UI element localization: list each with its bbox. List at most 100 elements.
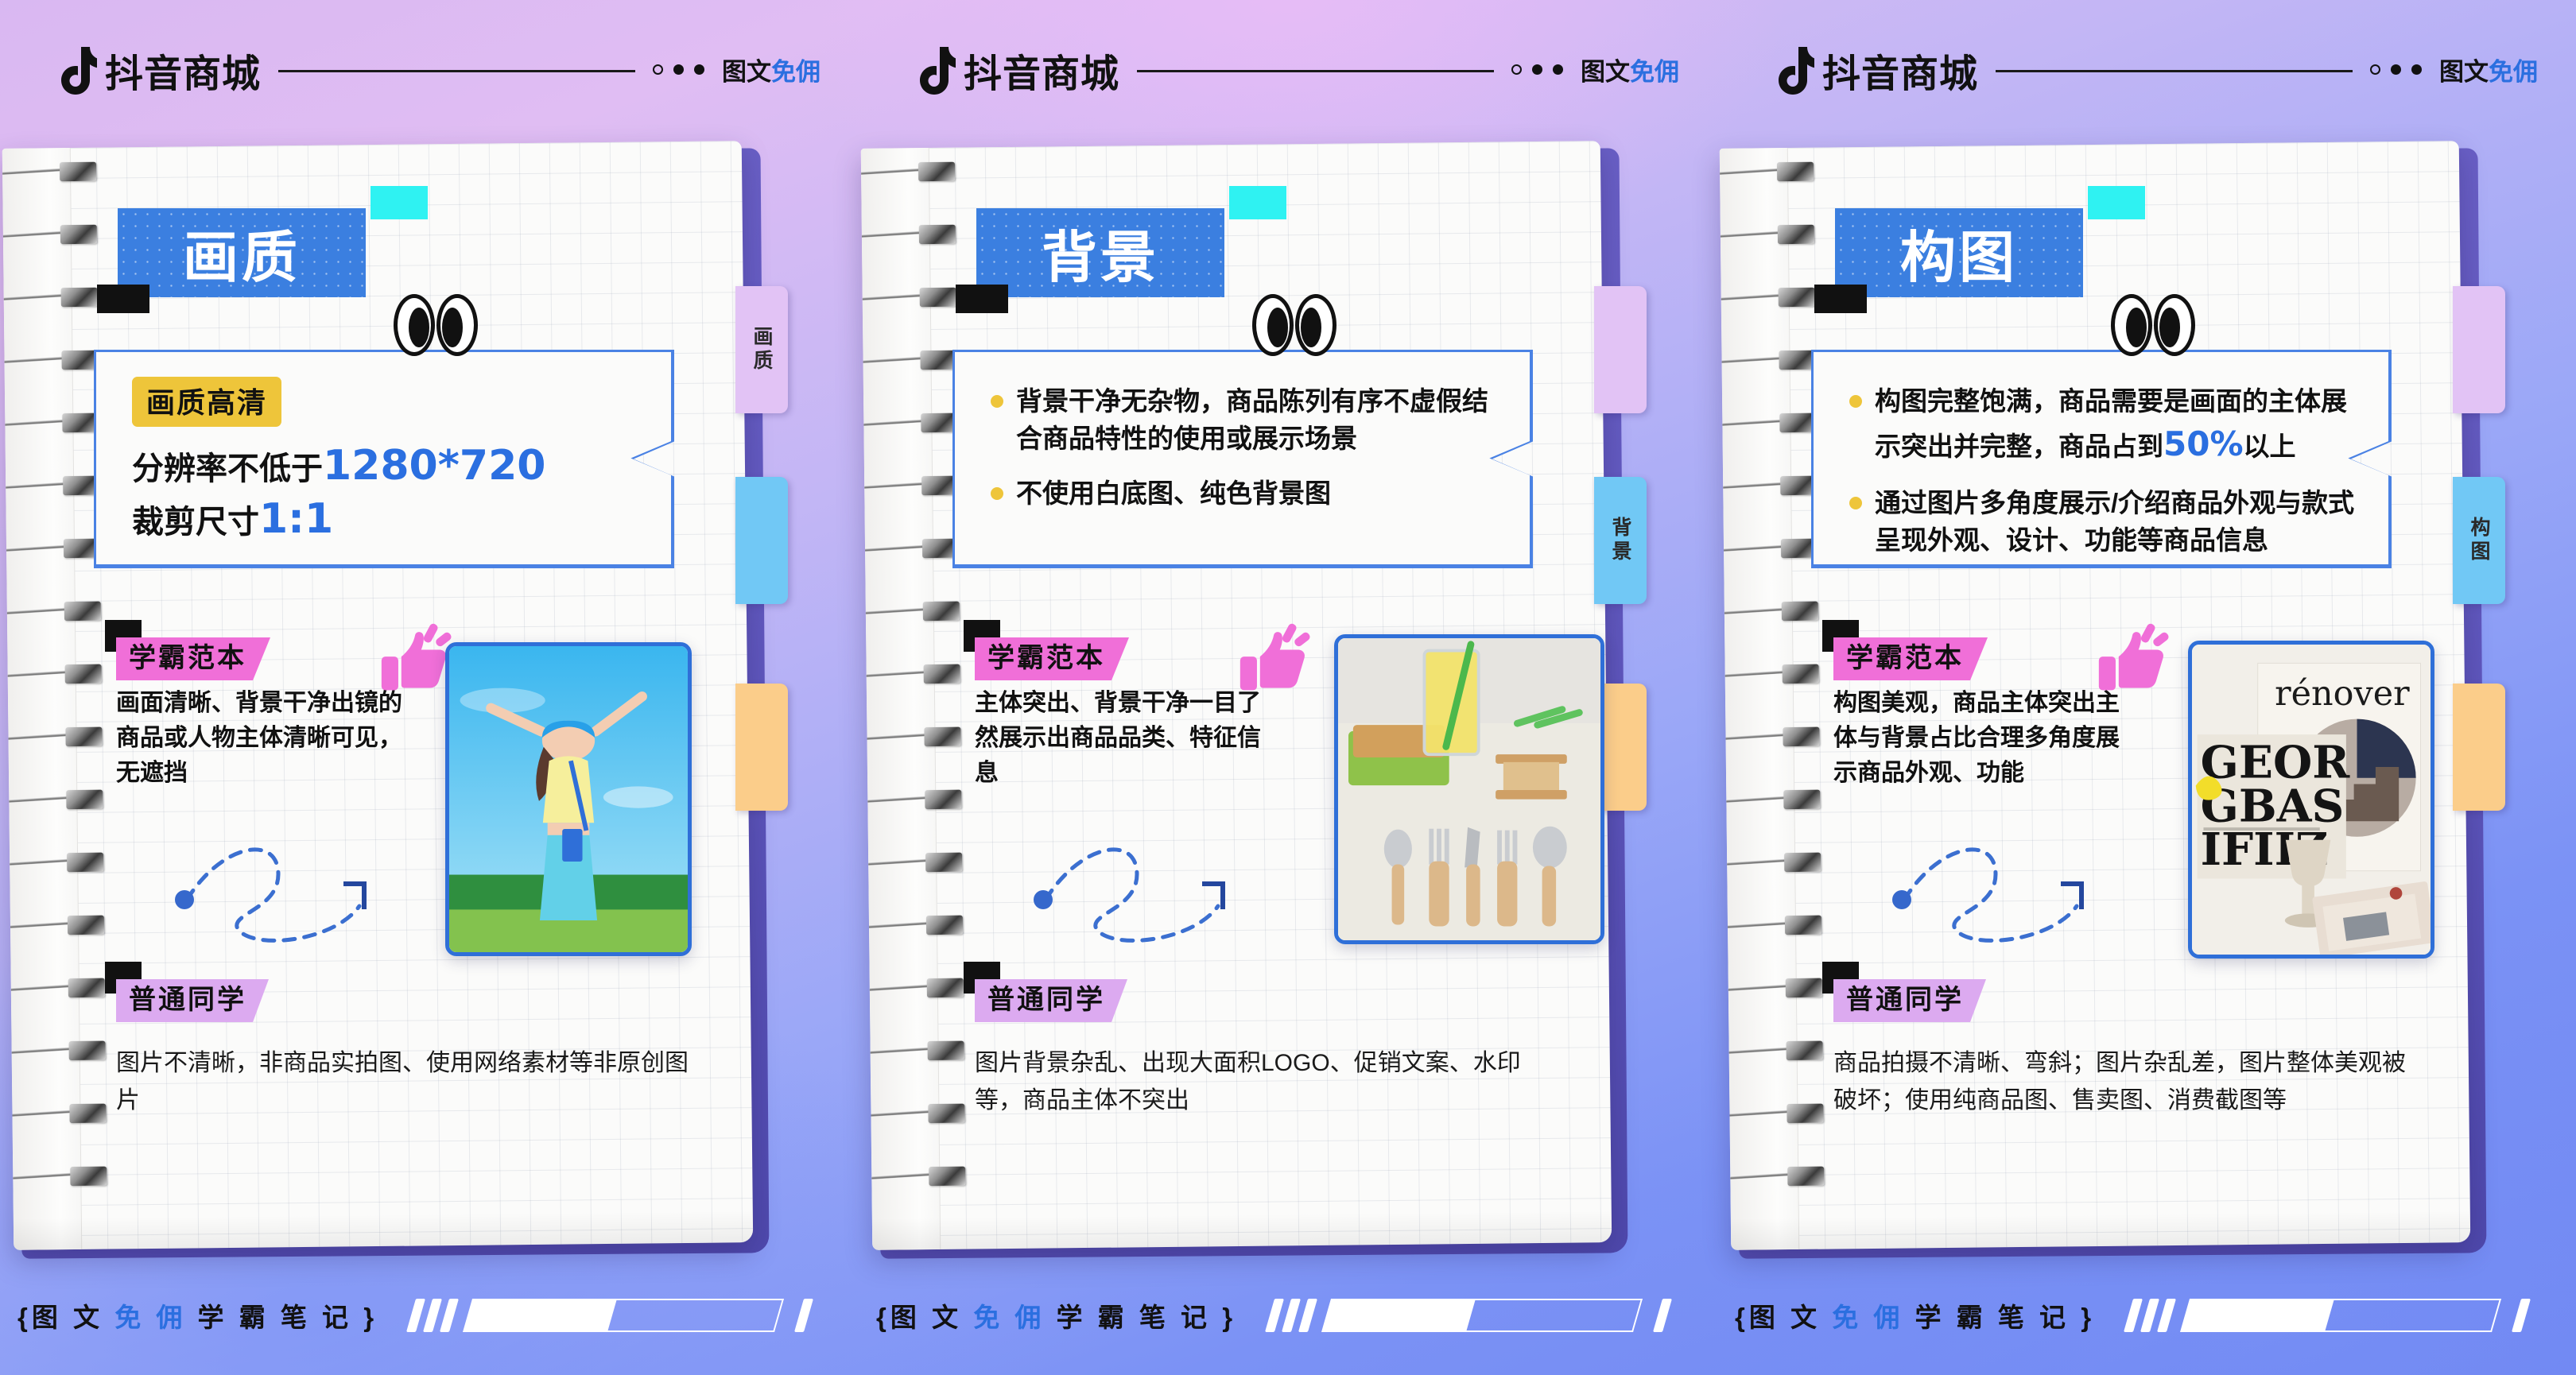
side-tab-label: 背景 — [1609, 517, 1631, 564]
thumbs-up-icon — [1240, 623, 1310, 691]
good-example-text: 画面清晰、背景干净出镜的商品或人物主体清晰可见，无遮挡 — [116, 690, 402, 786]
panel-composition: 抖音商城 图文免佣 构图 构图 构图完整饱满，商品需要是画面的主体展示突出并完整… — [1717, 0, 2576, 1375]
header-dots — [653, 64, 704, 75]
thumbs-up-icon — [381, 623, 452, 691]
footer-progress-decor — [2124, 1299, 2531, 1332]
title-corner-mark — [97, 285, 149, 313]
title-text: 背景 — [1042, 224, 1159, 290]
good-example-text: 主体突出、背景干净一目了然展示出商品品类、特征信息 — [975, 690, 1261, 786]
callout-box: 背景干净无杂物，商品陈列有序不虚假结合商品特性的使用或展示场景 不使用白底图、纯… — [952, 350, 1533, 568]
good-example-heading: 学霸范本 — [1822, 620, 1988, 675]
callout-bullet: 背景干净无杂物，商品陈列有序不虚假结合商品特性的使用或展示场景 — [991, 383, 1498, 458]
callout-bullet-text: 通过图片多角度展示/介绍商品外观与款式呈现外观、设计、功能等商品信息 — [1875, 488, 2355, 556]
good-example-photo — [445, 642, 692, 956]
eyes-icon — [394, 294, 478, 356]
dot-filled-icon — [1532, 64, 1542, 75]
header-tagline: 图文免佣 — [2439, 52, 2538, 87]
panel-background: 抖音商城 图文免佣 背景 背景 背景干净无杂物，商品陈列有序不虚假结合商品特性的… — [859, 0, 1717, 1375]
callout-bullet: 构图完整饱满，商品需要是画面的主体展示突出并完整，商品占到50%以上 — [1849, 383, 2357, 467]
side-tab-composition[interactable] — [735, 684, 788, 811]
bad-example-heading: 普通同学 — [1822, 962, 1986, 1017]
side-tab-image-quality[interactable] — [2453, 286, 2505, 413]
dot-filled-icon — [694, 64, 704, 75]
panel-footer: {图 文 免 佣 学 霸 笔 记 } — [0, 1256, 859, 1375]
header-dots — [1511, 64, 1563, 75]
callout-bullet: 不使用白底图、纯色背景图 — [991, 475, 1498, 513]
header-rule — [278, 70, 635, 72]
section-title: 背景 — [956, 186, 1286, 313]
side-tab-image-quality[interactable] — [1594, 286, 1647, 413]
good-example-label: 学霸范本 — [975, 637, 1129, 680]
header-rule — [1137, 70, 1494, 72]
dot-hollow-icon — [653, 64, 663, 75]
cyan-accent-block — [2088, 186, 2145, 219]
side-tab-group: 构图 — [2453, 286, 2526, 842]
svg-text:rénover: rénover — [2275, 674, 2410, 714]
panel-image-quality: 抖音商城 图文免佣 画质 画质 画质高清 分辨率不低于1280*720 裁剪尺寸… — [0, 0, 859, 1375]
footer-text: {图 文 免 佣 学 霸 笔 记 } — [876, 1303, 1237, 1332]
callout-line-1: 分辨率不低于1280*720 — [132, 442, 546, 490]
arrow-doodle-icon — [1034, 847, 1225, 943]
good-example-label: 学霸范本 — [1833, 637, 1988, 680]
tagline-highlight: 免佣 — [771, 58, 821, 86]
tiktok-note-icon — [920, 46, 956, 95]
cyan-accent-block — [1229, 186, 1286, 219]
side-tab-composition[interactable]: 构图 — [2453, 477, 2505, 604]
title-chip: 构图 — [1835, 208, 2083, 297]
panel-footer: {图 文 免 佣 学 霸 笔 记 } — [1717, 1256, 2576, 1375]
good-example-section: 学霸范本 主体突出、背景干净一目了然展示出商品品类、特征信息 — [964, 620, 1310, 790]
dot-hollow-icon — [2370, 64, 2380, 75]
tagline-plain: 图文 — [2439, 58, 2489, 86]
tiktok-note-icon — [61, 46, 97, 95]
bad-example-label: 普通同学 — [1833, 979, 1986, 1022]
callout-bullet-text: 不使用白底图、纯色背景图 — [1016, 478, 1331, 508]
bad-example-text: 图片背景杂乱、出现大面积LOGO、促销文案、水印等，商品主体不突出 — [975, 1050, 1521, 1114]
bad-example-section: 普通同学 图片背景杂乱、出现大面积LOGO、促销文案、水印等，商品主体不突出 — [964, 962, 1555, 1120]
dot-filled-icon — [2391, 64, 2401, 75]
side-tab-background[interactable] — [735, 477, 788, 604]
callout-bullet-text: 背景干净无杂物，商品陈列有序不虚假结合商品特性的使用或展示场景 — [1016, 386, 1488, 453]
callout-badge: 画质高清 — [132, 377, 282, 427]
callout-bullet-text: 构图完整饱满，商品需要是画面的主体展示突出并完整，商品占到50%以上 — [1875, 386, 2347, 463]
side-tab-group: 画质 — [735, 286, 809, 842]
footer-text: {图 文 免 佣 学 霸 笔 记 } — [17, 1303, 378, 1332]
good-example-heading: 学霸范本 — [105, 620, 270, 675]
panel-container: 抖音商城 图文免佣 画质 画质 画质高清 分辨率不低于1280*720 裁剪尺寸… — [0, 0, 2576, 1375]
bad-example-section: 普通同学 图片不清晰，非商品实拍图、使用网络素材等非原创图片 — [105, 962, 696, 1120]
header-tagline: 图文免佣 — [722, 52, 821, 87]
title-corner-mark — [956, 285, 1008, 313]
eyes-icon — [1252, 294, 1336, 356]
tagline-plain: 图文 — [722, 58, 771, 86]
good-example-text: 构图美观，商品主体突出主体与背景占比合理多角度展示商品外观、功能 — [1833, 690, 2120, 786]
thumbs-up-icon — [2098, 623, 2169, 691]
spiral-binding — [2, 161, 122, 1234]
section-title: 画质 — [97, 186, 428, 313]
brand-name: 抖音商城 — [105, 52, 262, 95]
title-text: 画质 — [183, 224, 301, 290]
side-tab-background[interactable]: 背景 — [1594, 477, 1647, 604]
panel-header: 抖音商城 图文免佣 — [859, 0, 1717, 139]
spiral-binding — [860, 161, 980, 1234]
cyan-accent-block — [370, 186, 428, 219]
bad-example-text: 图片不清晰，非商品实拍图、使用网络素材等非原创图片 — [116, 1050, 689, 1114]
side-tab-background[interactable] — [2453, 684, 2505, 811]
spiral-binding — [1719, 161, 1839, 1234]
brand-name: 抖音商城 — [1822, 52, 1979, 95]
tagline-highlight: 免佣 — [2489, 58, 2538, 86]
bad-example-heading: 普通同学 — [105, 962, 269, 1017]
bad-example-heading: 普通同学 — [964, 962, 1127, 1017]
tagline-highlight: 免佣 — [1630, 58, 1679, 86]
dot-filled-icon — [2411, 64, 2422, 75]
good-example-section: 学霸范本 画面清晰、背景干净出镜的商品或人物主体清晰可见，无遮挡 — [105, 620, 452, 790]
panel-header: 抖音商城 图文免佣 — [0, 0, 859, 139]
header-dots — [2370, 64, 2422, 75]
dot-hollow-icon — [1511, 64, 1522, 75]
side-tab-image-quality[interactable]: 画质 — [735, 286, 788, 413]
title-text: 构图 — [1900, 224, 2018, 290]
dot-filled-icon — [1553, 64, 1563, 75]
arrow-doodle-icon — [1892, 847, 2084, 943]
tagline-plain: 图文 — [1581, 58, 1630, 86]
callout-box: 画质高清 分辨率不低于1280*720 裁剪尺寸1:1 — [94, 350, 674, 568]
arrow-doodle-icon — [175, 847, 367, 943]
title-chip: 背景 — [976, 208, 1224, 297]
